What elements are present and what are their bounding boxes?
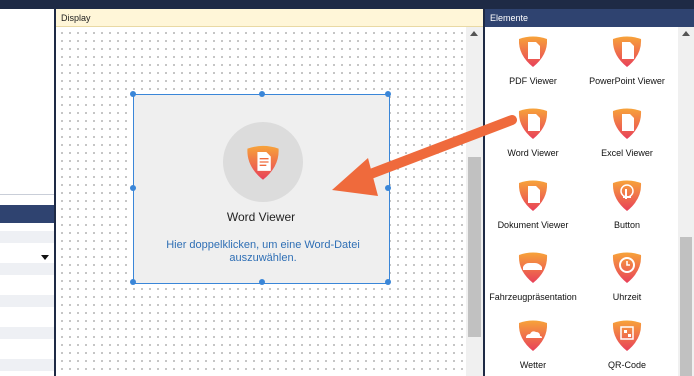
list-row[interactable]: [0, 263, 54, 275]
left-upper-area: [0, 9, 54, 195]
pdf-doc-icon: [518, 36, 548, 67]
widget-title: Word Viewer: [226, 210, 296, 224]
scroll-up-icon[interactable]: [682, 31, 690, 36]
element-word-viewer[interactable]: Word Viewer: [485, 105, 581, 175]
weather-icon: [518, 320, 548, 351]
touch-button-icon: [612, 180, 642, 211]
left-section-header: [0, 205, 54, 223]
elements-panel: Elemente PDF Viewer PowerPoint Viewer Wo…: [485, 9, 694, 376]
element-label: Dokument Viewer: [497, 220, 569, 230]
word-doc-icon: [518, 108, 548, 139]
element-wetter[interactable]: Wetter: [485, 317, 581, 376]
resize-handle-bottom-left[interactable]: [130, 279, 136, 285]
scroll-thumb[interactable]: [680, 237, 692, 376]
element-qr-code[interactable]: QR-Code: [579, 317, 675, 376]
resize-handle-top[interactable]: [259, 91, 265, 97]
word-doc-icon: [247, 145, 279, 180]
element-label: PDF Viewer: [509, 76, 557, 86]
widget-hint[interactable]: Hier doppelklicken, um eine Word-Datei a…: [152, 239, 374, 265]
element-fahrzeugpraesentation[interactable]: Fahrzeugpräsentation: [485, 249, 581, 319]
list-row[interactable]: [0, 311, 54, 323]
clock-icon: [612, 252, 642, 283]
element-dokument-viewer[interactable]: Dokument Viewer: [485, 177, 581, 247]
dropdown-arrow-icon[interactable]: [41, 255, 49, 260]
resize-handle-left[interactable]: [130, 185, 136, 191]
element-label: Wetter: [519, 360, 547, 370]
element-excel-viewer[interactable]: Excel Viewer: [579, 105, 675, 175]
display-panel-title: Display: [56, 9, 483, 27]
design-canvas[interactable]: Word Viewer Hier doppelklicken, um eine …: [56, 27, 466, 376]
element-powerpoint-viewer[interactable]: PowerPoint Viewer: [579, 33, 675, 103]
left-pane: [0, 9, 54, 376]
resize-handle-right[interactable]: [385, 185, 391, 191]
element-pdf-viewer[interactable]: PDF Viewer: [485, 33, 581, 103]
list-row[interactable]: [0, 343, 54, 355]
excel-doc-icon: [612, 108, 642, 139]
element-label: PowerPoint Viewer: [589, 76, 665, 86]
resize-handle-bottom[interactable]: [259, 279, 265, 285]
element-label: Button: [613, 220, 641, 230]
scroll-up-icon[interactable]: [470, 31, 478, 36]
document-icon: [518, 180, 548, 211]
display-scrollbar[interactable]: [466, 27, 483, 376]
scroll-thumb[interactable]: [468, 157, 481, 337]
display-panel: Display Word Viewer Hier doppelklicken, …: [56, 9, 483, 376]
list-row[interactable]: [0, 295, 54, 307]
elements-panel-title: Elemente: [485, 9, 694, 27]
app-window: Display Word Viewer Hier doppelklicken, …: [0, 0, 694, 376]
qr-code-icon: [612, 320, 642, 351]
element-label: QR-Code: [607, 360, 646, 370]
car-icon: [518, 252, 548, 283]
element-label: Word Viewer: [507, 148, 559, 158]
element-button[interactable]: Button: [579, 177, 675, 247]
resize-handle-bottom-right[interactable]: [385, 279, 391, 285]
element-label: Uhrzeit: [612, 292, 642, 302]
list-row[interactable]: [0, 327, 54, 339]
ppt-doc-icon: [612, 36, 642, 67]
list-row[interactable]: [0, 231, 54, 243]
list-row[interactable]: [0, 279, 54, 291]
element-uhrzeit[interactable]: Uhrzeit: [579, 249, 675, 319]
list-row[interactable]: [0, 359, 54, 371]
word-viewer-icon-circle: [223, 122, 303, 202]
element-label: Fahrzeugpräsentation: [489, 292, 577, 302]
element-label: Excel Viewer: [601, 148, 653, 158]
resize-handle-top-right[interactable]: [385, 91, 391, 97]
elements-scrollbar[interactable]: [678, 27, 694, 376]
word-viewer-widget[interactable]: Word Viewer Hier doppelklicken, um eine …: [130, 91, 391, 285]
resize-handle-top-left[interactable]: [130, 91, 136, 97]
